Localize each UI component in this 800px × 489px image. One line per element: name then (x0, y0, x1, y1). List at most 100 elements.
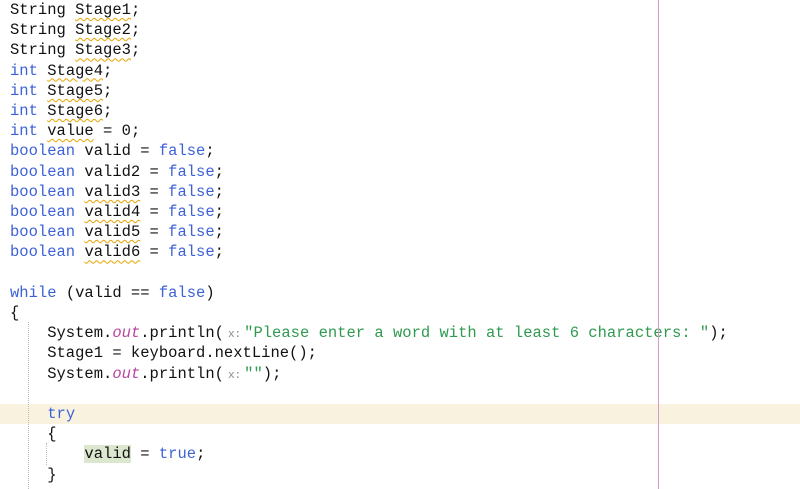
code-text: boolean valid = false; (10, 141, 215, 161)
code-line[interactable]: int value = 0; (0, 121, 800, 141)
code-text: boolean valid6 = false; (10, 242, 224, 262)
code-token: ) (205, 283, 215, 302)
code-token: = (140, 243, 169, 262)
code-line[interactable]: int Stage5; (0, 81, 800, 101)
code-line[interactable]: String Stage3; (0, 40, 800, 60)
warning-token: value (47, 122, 94, 141)
code-line[interactable]: System.out.println(x: "Please enter a wor… (0, 323, 800, 343)
code-line[interactable]: boolean valid6 = false; (0, 242, 800, 262)
keyword-token: false (168, 203, 215, 221)
code-text: System.out.println(x: "Please enter a wor… (10, 323, 728, 345)
code-token: = (130, 445, 159, 464)
code-token: = (140, 182, 169, 201)
code-token: ; (214, 223, 224, 242)
code-line[interactable]: int Stage4; (0, 61, 800, 81)
code-text: } (10, 465, 57, 485)
code-line[interactable] (0, 263, 800, 283)
code-line[interactable]: boolean valid = false; (0, 141, 800, 161)
code-token: String (10, 41, 76, 60)
code-token: = (140, 203, 169, 221)
warning-token: valid6 (84, 243, 141, 262)
code-line[interactable]: { (0, 303, 800, 323)
code-text: int value = 0; (10, 121, 140, 141)
warning-token: Stage5 (47, 81, 104, 100)
code-line[interactable]: } (0, 465, 800, 485)
code-text: boolean valid5 = false; (10, 222, 224, 242)
code-text: try (10, 404, 75, 424)
code-token: ; (196, 445, 206, 464)
code-token: ; (205, 142, 215, 161)
code-token: } (10, 465, 57, 484)
code-token: String (10, 21, 76, 40)
warning-token: Stage4 (47, 61, 104, 80)
code-token: = (140, 223, 169, 242)
keyword-token: boolean (10, 162, 76, 181)
keyword-token: int (10, 122, 38, 141)
code-line[interactable]: valid = true; (0, 444, 800, 464)
code-token: ); (262, 364, 282, 383)
code-text: int Stage4; (10, 61, 112, 81)
code-line[interactable]: while (valid == false) (0, 283, 800, 303)
keyword-token: boolean (10, 203, 76, 221)
keyword-token: false (168, 223, 215, 242)
keyword-token: int (10, 81, 38, 100)
keyword-token: boolean (10, 223, 76, 242)
warning-token: valid3 (84, 182, 141, 201)
code-line[interactable]: { (0, 424, 800, 444)
code-line[interactable]: boolean valid4 = false; (0, 202, 800, 222)
code-line[interactable]: System.out.println(x: ""); (0, 364, 800, 384)
code-text: String Stage2; (10, 20, 140, 40)
code-token: { (10, 304, 20, 322)
code-token: (valid == (56, 283, 159, 302)
code-text: int Stage6; (10, 101, 112, 121)
code-token: ; (214, 162, 224, 181)
keyword-token: try (47, 405, 76, 423)
code-line[interactable]: boolean valid5 = false; (0, 222, 800, 242)
code-line[interactable]: Stage1 = keyboard.nextLine(); (0, 343, 800, 363)
code-line[interactable]: int Stage6; (0, 101, 800, 121)
keyword-token: boolean (10, 142, 76, 161)
code-line[interactable]: boolean valid3 = false; (0, 182, 800, 202)
warning-token: Stage1 (75, 1, 131, 19)
code-token: ; (130, 21, 141, 40)
code-token: ; (214, 203, 224, 221)
code-text: while (valid == false) (10, 283, 215, 303)
code-text: valid = true; (10, 444, 205, 464)
code-line[interactable]: String Stage1; (0, 0, 800, 20)
code-token: out (112, 324, 141, 343)
parameter-hint: x: (227, 329, 242, 342)
warning-token: Stage6 (47, 102, 104, 120)
code-text: boolean valid2 = false; (10, 162, 224, 182)
code-line[interactable]: boolean valid2 = false; (0, 162, 800, 182)
warning-token: valid5 (84, 223, 141, 242)
keyword-token: true (158, 445, 197, 464)
code-text: String Stage3; (10, 40, 140, 60)
keyword-token: false (168, 162, 215, 181)
code-text: boolean valid4 = false; (10, 202, 224, 222)
string-token: "Please enter a word with at least 6 cha… (244, 324, 710, 343)
keyword-token: false (168, 243, 215, 262)
indent-guide (28, 322, 29, 489)
code-line[interactable]: String Stage2; (0, 20, 800, 40)
code-text: { (10, 303, 19, 323)
keyword-token: while (10, 283, 57, 302)
keyword-token: false (158, 283, 206, 302)
code-token: String (10, 1, 76, 19)
code-text: { (10, 424, 56, 444)
code-line[interactable] (0, 384, 800, 404)
code-editor[interactable]: String Stage1; String Stage2; String Stage… (0, 0, 800, 489)
code-token: System. (10, 324, 113, 343)
code-text: int Stage5; (10, 81, 112, 101)
code-token: ; (214, 182, 224, 201)
parameter-hint: x: (227, 369, 242, 382)
string-token: "" (244, 364, 263, 383)
code-token: ; (103, 61, 113, 80)
keyword-token: false (168, 182, 215, 201)
warning-token: valid4 (84, 203, 141, 221)
indent-guide (46, 443, 47, 465)
code-line[interactable]: try (0, 404, 800, 425)
code-text: Stage1 = keyboard.nextLine(); (10, 343, 317, 363)
